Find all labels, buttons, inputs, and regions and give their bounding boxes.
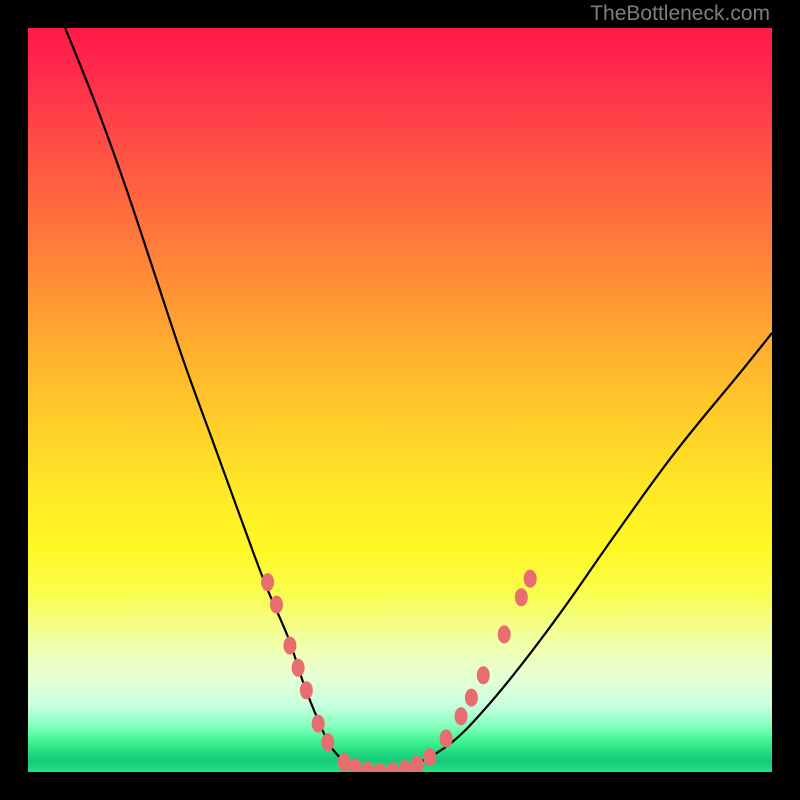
highlight-dot bbox=[515, 588, 528, 606]
highlight-dot bbox=[349, 759, 362, 773]
highlight-dot bbox=[465, 689, 478, 707]
highlight-dot bbox=[321, 733, 334, 751]
plot-area bbox=[28, 28, 772, 772]
highlight-dot bbox=[477, 666, 490, 684]
highlight-dot bbox=[411, 756, 424, 772]
highlight-dot bbox=[338, 753, 351, 771]
highlight-dot bbox=[362, 762, 375, 773]
chart-frame: TheBottleneck.com bbox=[0, 0, 800, 800]
bottleneck-curve bbox=[65, 28, 772, 772]
highlight-dot bbox=[455, 707, 468, 725]
curve-path-group bbox=[65, 28, 772, 772]
highlight-dot bbox=[312, 715, 325, 733]
highlight-dot bbox=[386, 762, 399, 772]
highlight-dot bbox=[292, 659, 305, 677]
highlight-dot bbox=[300, 681, 313, 699]
highlight-dot bbox=[524, 570, 537, 588]
highlight-dot bbox=[498, 625, 511, 643]
highlight-dots bbox=[261, 570, 537, 772]
curve-layer bbox=[28, 28, 772, 772]
watermark-text: TheBottleneck.com bbox=[590, 2, 770, 26]
highlight-dot bbox=[423, 748, 436, 766]
highlight-dot bbox=[261, 573, 274, 591]
highlight-dot bbox=[373, 763, 386, 772]
highlight-dot bbox=[283, 637, 296, 655]
highlight-dot bbox=[270, 596, 283, 614]
highlight-dot bbox=[399, 760, 412, 772]
highlight-dot bbox=[440, 730, 453, 748]
